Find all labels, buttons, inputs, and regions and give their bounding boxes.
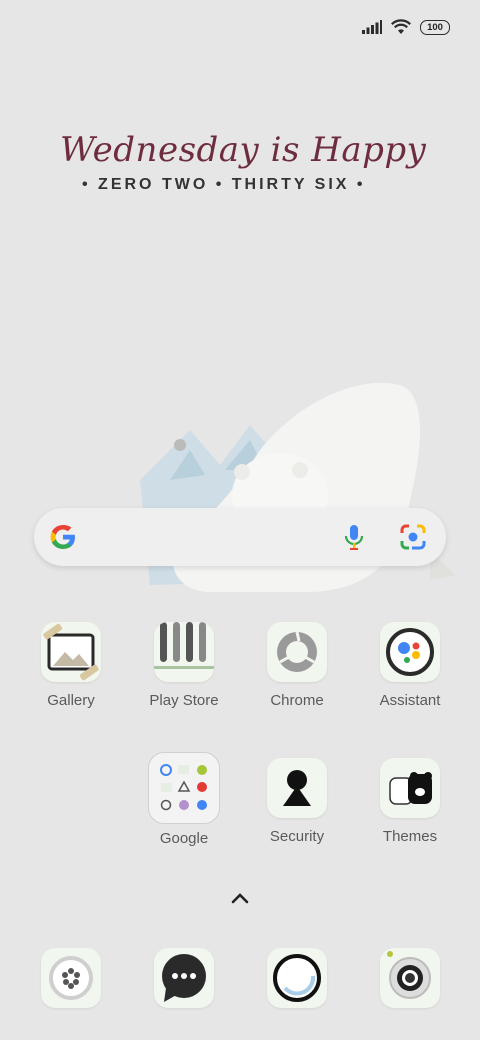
security-icon (267, 758, 327, 818)
chevron-up-icon[interactable] (229, 890, 251, 906)
app-google-folder[interactable]: Google (129, 752, 239, 847)
google-folder-icon (148, 752, 220, 824)
google-search-bar[interactable] (34, 508, 446, 566)
messages-icon (154, 948, 214, 1008)
browser-icon (267, 948, 327, 1008)
app-security[interactable]: Security (242, 758, 352, 845)
app-label: Themes (382, 828, 438, 845)
app-gallery[interactable]: Gallery (16, 622, 126, 709)
app-label: Play Store (149, 692, 219, 709)
app-label: Chrome (270, 692, 324, 709)
dock-messages[interactable] (129, 948, 239, 1008)
app-label: Security (269, 828, 325, 845)
clock-widget[interactable]: Wednesday is Happy • ZERO TWO • THIRTY S… (60, 130, 427, 194)
apps-icon (41, 948, 101, 1008)
widget-time-text: • ZERO TWO • THIRTY SIX • (82, 176, 366, 193)
app-play-store[interactable]: Play Store (129, 622, 239, 709)
dock-apps[interactable] (16, 948, 126, 1008)
play-store-icon (154, 622, 214, 682)
widget-script-text: Wednesday is Happy (60, 130, 427, 170)
chrome-icon (267, 622, 327, 682)
app-chrome[interactable]: Chrome (242, 622, 352, 709)
app-themes[interactable]: Themes (355, 758, 465, 845)
signal-icon (362, 20, 382, 34)
voice-search-icon[interactable] (342, 522, 366, 552)
camera-icon (380, 948, 440, 1008)
app-label: Gallery (47, 692, 95, 709)
dock-camera[interactable] (355, 948, 465, 1008)
app-label: Google (159, 830, 209, 847)
app-assistant[interactable]: Assistant (355, 622, 465, 709)
dock-browser[interactable] (242, 948, 352, 1008)
themes-icon (380, 758, 440, 818)
status-bar: 100 (362, 16, 450, 38)
wifi-icon (391, 19, 411, 34)
google-g-icon (50, 525, 75, 549)
gallery-icon (41, 622, 101, 682)
assistant-icon (380, 622, 440, 682)
google-lens-icon[interactable] (398, 522, 428, 552)
battery-icon: 100 (420, 19, 450, 35)
app-label: Assistant (379, 692, 441, 709)
